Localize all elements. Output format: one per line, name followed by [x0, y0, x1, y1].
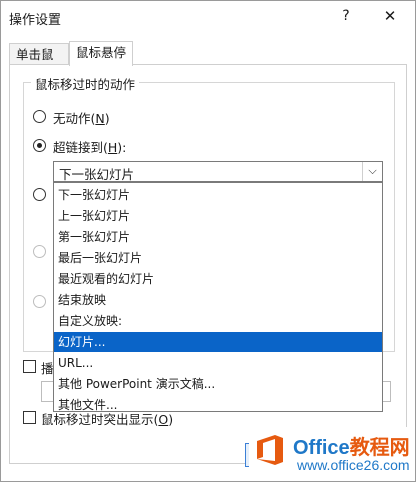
title-bar: 操作设置 ? ✕	[1, 1, 415, 31]
play-sound-checkbox[interactable]	[23, 360, 36, 373]
help-button[interactable]: ?	[335, 5, 357, 27]
dropdown-item-other-file[interactable]: 其他文件...	[54, 395, 382, 415]
close-button[interactable]: ✕	[379, 5, 401, 27]
dropdown-item-last-viewed[interactable]: 最近观看的幻灯片	[54, 269, 382, 289]
dropdown-item-end-show[interactable]: 结束放映	[54, 290, 382, 310]
watermark-title: Office教程网	[293, 437, 410, 459]
radio-object-action	[33, 295, 46, 308]
dropdown-item-custom-show[interactable]: 自定义放映:	[54, 311, 382, 331]
hyperlink-dropdown-list: 下一张幻灯片 上一张幻灯片 第一张幻灯片 最后一张幻灯片 最近观看的幻灯片 结束…	[53, 182, 383, 412]
radio-hyperlink[interactable]	[33, 139, 46, 152]
play-sound-label: 播	[41, 361, 54, 376]
dropdown-item-last-slide[interactable]: 最后一张幻灯片	[54, 248, 382, 268]
dialog-title: 操作设置	[9, 13, 62, 28]
action-settings-dialog: 操作设置 ? ✕ 单击鼠标 鼠标悬停 鼠标移过时的动作 无动作(N) 超链接到(…	[0, 0, 416, 482]
dropdown-item-next-slide[interactable]: 下一张幻灯片	[54, 185, 382, 205]
dropdown-item-previous-slide[interactable]: 上一张幻灯片	[54, 206, 382, 226]
group-label: 鼠标移过时的动作	[31, 74, 140, 93]
watermark: Office教程网 www.office26.com	[249, 427, 415, 481]
dropdown-item-slide[interactable]: 幻灯片...	[54, 332, 382, 352]
office-logo-icon	[257, 435, 283, 465]
radio-run-program[interactable]	[33, 188, 46, 201]
tab-mouse-over[interactable]: 鼠标悬停	[69, 41, 133, 66]
hyperlink-select[interactable]: 下一张幻灯片 ⌵	[53, 161, 383, 182]
no-action-label: 无动作(N)	[53, 111, 110, 126]
chevron-down-icon[interactable]: ⌵	[362, 162, 382, 181]
tab-mouse-click[interactable]: 单击鼠标	[9, 43, 69, 83]
radio-run-macro	[33, 245, 46, 258]
radio-no-action[interactable]	[33, 110, 46, 123]
hyperlink-select-value: 下一张幻灯片	[59, 167, 135, 182]
dropdown-item-other-presentation[interactable]: 其他 PowerPoint 演示文稿...	[54, 374, 382, 394]
highlight-checkbox[interactable]	[23, 411, 36, 424]
hyperlink-label: 超链接到(H):	[53, 140, 127, 155]
watermark-url: www.office26.com	[297, 457, 410, 473]
dropdown-item-first-slide[interactable]: 第一张幻灯片	[54, 227, 382, 247]
dropdown-item-url[interactable]: URL...	[54, 353, 382, 373]
